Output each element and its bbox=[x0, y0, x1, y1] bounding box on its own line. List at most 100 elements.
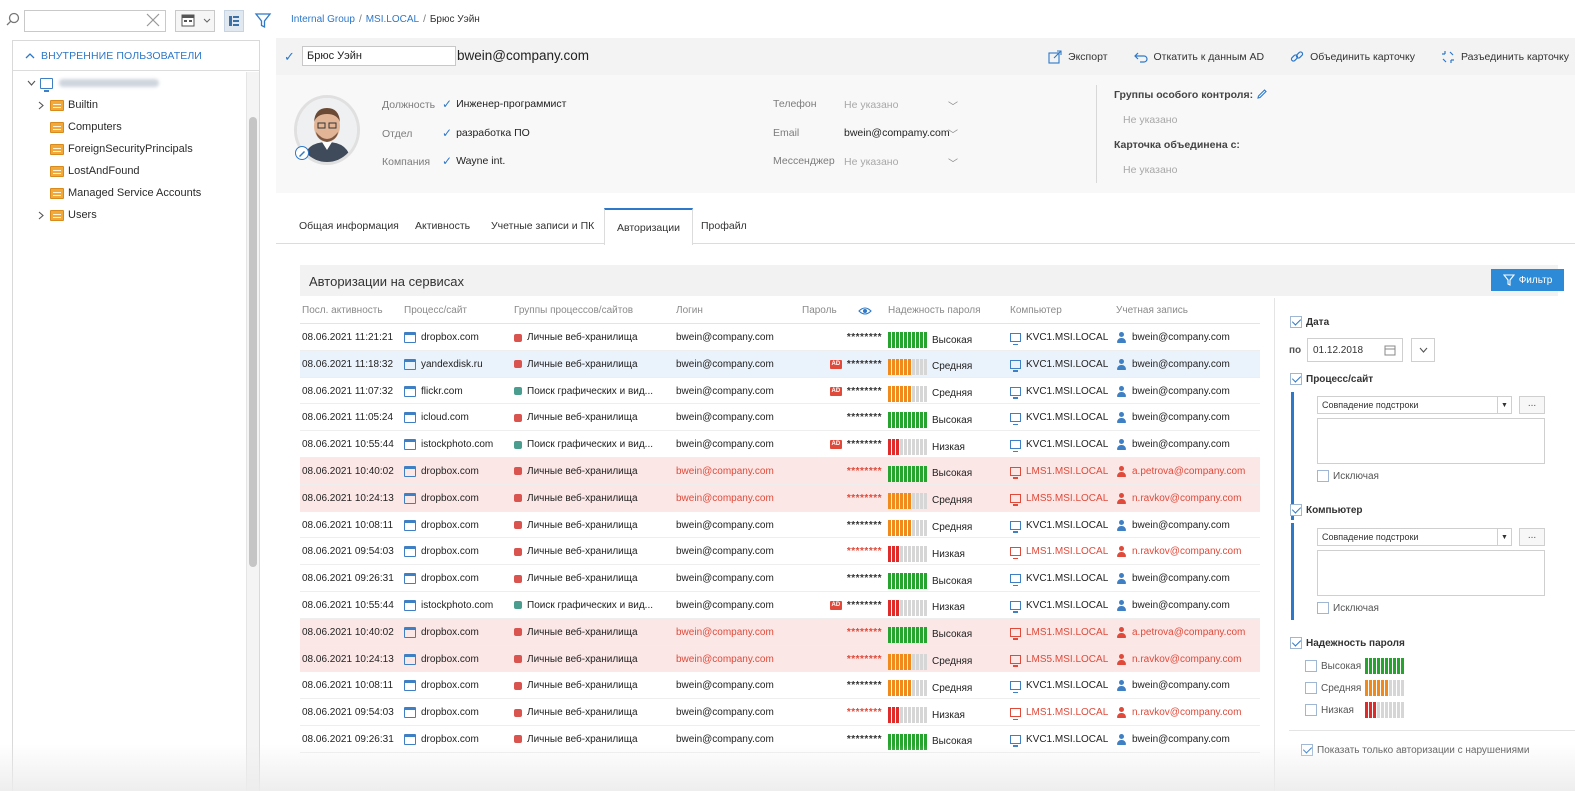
edit-avatar-icon[interactable] bbox=[295, 146, 309, 160]
table-row[interactable]: 08.06.2021 09:54:03 dropbox.com Личные веб… bbox=[300, 538, 1260, 566]
col-header-time[interactable]: Посл. активность bbox=[302, 305, 383, 316]
tree-search-input[interactable] bbox=[24, 10, 166, 32]
tree-item-foreign-security-principals[interactable]: ForeignSecurityPrincipals bbox=[13, 138, 245, 160]
computer-exclude-checkbox[interactable]: Исключая bbox=[1317, 602, 1379, 614]
strength-bar-segment bbox=[916, 358, 919, 375]
breadcrumb-item[interactable]: MSI.LOCAL bbox=[366, 14, 419, 25]
date-to-input[interactable]: 01.12.2018 bbox=[1307, 338, 1403, 362]
calendar-dropdown[interactable] bbox=[175, 10, 215, 32]
process-filter-textarea[interactable] bbox=[1317, 418, 1545, 464]
checkbox[interactable] bbox=[1317, 470, 1329, 482]
merge-label: Объединить карточку bbox=[1310, 50, 1415, 63]
col-header-login[interactable]: Логин bbox=[676, 305, 703, 316]
computer-filter-textarea[interactable] bbox=[1317, 550, 1545, 596]
tree-item-builtin[interactable]: Builtin bbox=[13, 94, 245, 116]
breadcrumb-item[interactable]: Internal Group bbox=[291, 14, 355, 25]
only-violations-checkbox[interactable]: Показать только авторизации с нарушениям… bbox=[1301, 744, 1530, 756]
chevron-down-icon[interactable]: ﹀ bbox=[948, 98, 958, 113]
computer-match-select[interactable]: Совпадение подстроки ▼ bbox=[1317, 528, 1512, 546]
tab-activity[interactable]: Активность bbox=[415, 208, 470, 244]
filter-process-checkbox[interactable]: Процесс/сайт bbox=[1290, 373, 1373, 385]
tree-item-lost-and-found[interactable]: LostAndFound bbox=[13, 160, 245, 182]
pencil-icon[interactable] bbox=[1256, 88, 1268, 100]
tab-auth[interactable]: Авторизации bbox=[604, 208, 693, 245]
table-row[interactable]: 08.06.2021 11:07:32 flickr.com Поиск графи… bbox=[300, 378, 1260, 405]
strength-mid-checkbox[interactable]: Средняя bbox=[1305, 680, 1404, 696]
process-exclude-label: Исключая bbox=[1333, 470, 1379, 482]
checkbox-checked[interactable] bbox=[1290, 373, 1302, 385]
computer-more-button[interactable]: ... bbox=[1519, 528, 1545, 546]
checkbox[interactable] bbox=[1317, 602, 1329, 614]
checkbox-checked[interactable] bbox=[1301, 744, 1313, 756]
tab-general[interactable]: Общая информация bbox=[299, 208, 399, 244]
chevron-right-icon[interactable] bbox=[35, 209, 47, 221]
list-view-toggle[interactable] bbox=[224, 10, 244, 32]
tree-item-managed-service-accounts[interactable]: Managed Service Accounts bbox=[13, 182, 245, 204]
strength-bar-segment bbox=[912, 492, 915, 509]
tab-accounts[interactable]: Учетные записи и ПК bbox=[491, 208, 594, 244]
checkbox[interactable] bbox=[1305, 682, 1317, 694]
table-row[interactable]: 08.06.2021 11:05:24 icloud.com Личные веб-… bbox=[300, 404, 1260, 432]
col-header-computer[interactable]: Компьютер bbox=[1010, 305, 1062, 316]
table-row[interactable]: 08.06.2021 10:24:13 dropbox.com Личные веб… bbox=[300, 484, 1260, 512]
process-match-select[interactable]: Совпадение подстроки ▼ bbox=[1317, 396, 1512, 414]
export-button[interactable]: Экспорт bbox=[1048, 49, 1108, 64]
strength-text: Низкая bbox=[932, 548, 965, 560]
checkbox[interactable] bbox=[1305, 660, 1317, 672]
table-row[interactable]: 08.06.2021 10:08:11 dropbox.com Личные веб… bbox=[300, 512, 1260, 539]
tab-profile[interactable]: Профайл bbox=[701, 208, 747, 244]
filter-strength-checkbox[interactable]: Надежность пароля bbox=[1290, 637, 1405, 649]
tree-item-computers[interactable]: Computers bbox=[13, 116, 245, 138]
col-header-account[interactable]: Учетная запись bbox=[1116, 305, 1188, 316]
filter-button[interactable]: Фильтр bbox=[1491, 269, 1564, 291]
merge-button[interactable]: Объединить карточку bbox=[1290, 50, 1415, 64]
checkbox-checked[interactable] bbox=[1290, 504, 1302, 516]
date-to-label: по bbox=[1289, 345, 1302, 356]
rollback-button[interactable]: Откатить к данным AD bbox=[1133, 50, 1264, 64]
filter-date-checkbox[interactable]: Дата bbox=[1290, 316, 1329, 328]
date-dropdown-button[interactable] bbox=[1411, 338, 1435, 362]
table-row[interactable]: 08.06.2021 11:18:32 yandexdisk.ru Личные в… bbox=[300, 350, 1260, 378]
clear-icon[interactable] bbox=[146, 13, 160, 27]
strength-bar-segment bbox=[920, 573, 923, 590]
col-header-group[interactable]: Группы процессов/сайтов bbox=[514, 305, 633, 316]
table-row[interactable]: 08.06.2021 10:55:44 istockphoto.com Поиск … bbox=[300, 592, 1260, 619]
filter-computer-checkbox[interactable]: Компьютер bbox=[1290, 504, 1363, 516]
tree-item-users[interactable]: Users bbox=[13, 204, 245, 226]
eye-icon[interactable] bbox=[858, 306, 872, 316]
user-icon bbox=[1116, 412, 1127, 424]
split-button[interactable]: Разъединить карточку bbox=[1441, 50, 1569, 64]
section-header-internal-users[interactable]: ВНУТРЕННИЕ ПОЛЬЗОВАТЕЛИ bbox=[13, 41, 259, 71]
col-header-strength[interactable]: Надежность пароля bbox=[888, 305, 981, 316]
scrollbar-thumb[interactable] bbox=[249, 117, 257, 567]
table-row[interactable]: 08.06.2021 10:40:02 dropbox.com Личные веб… bbox=[300, 457, 1260, 485]
calendar-icon[interactable] bbox=[1384, 344, 1396, 356]
chevron-right-icon[interactable] bbox=[35, 99, 47, 111]
table-row[interactable]: 08.06.2021 09:26:31 dropbox.com Личные веб… bbox=[300, 565, 1260, 592]
strength-high-checkbox[interactable]: Высокая bbox=[1305, 658, 1404, 674]
table-row[interactable]: 08.06.2021 09:26:31 dropbox.com Личные веб… bbox=[300, 726, 1260, 753]
table-row[interactable]: 08.06.2021 10:08:11 dropbox.com Личные веб… bbox=[300, 672, 1260, 700]
filter-icon[interactable] bbox=[254, 12, 272, 30]
table-row[interactable]: 08.06.2021 10:40:02 dropbox.com Личные веб… bbox=[300, 618, 1260, 646]
strength-low-checkbox[interactable]: Низкая bbox=[1305, 702, 1404, 718]
table-row[interactable]: 08.06.2021 09:54:03 dropbox.com Личные веб… bbox=[300, 699, 1260, 726]
name-field[interactable] bbox=[302, 46, 456, 66]
table-row[interactable]: 08.06.2021 11:21:21 dropbox.com Личные веб… bbox=[300, 324, 1260, 351]
checkbox-checked[interactable] bbox=[1290, 316, 1302, 328]
cell-computer: KVC1.MSI.LOCAL bbox=[1010, 734, 1108, 747]
checkbox-checked[interactable] bbox=[1290, 637, 1302, 649]
tree-root-domain[interactable] bbox=[13, 72, 245, 94]
col-header-process[interactable]: Процесс/сайт bbox=[404, 305, 467, 316]
table-row[interactable]: 08.06.2021 10:55:44 istockphoto.com Поиск … bbox=[300, 431, 1260, 458]
col-header-password[interactable]: Пароль bbox=[802, 305, 837, 316]
chevron-down-icon[interactable] bbox=[25, 77, 37, 89]
chevron-down-icon: ▼ bbox=[1497, 529, 1511, 545]
process-more-button[interactable]: ... bbox=[1519, 396, 1545, 414]
tree-scrollbar[interactable] bbox=[246, 72, 259, 791]
chevron-down-icon[interactable]: ﹀ bbox=[948, 126, 958, 141]
table-row[interactable]: 08.06.2021 10:24:13 dropbox.com Личные веб… bbox=[300, 645, 1260, 673]
checkbox[interactable] bbox=[1305, 704, 1317, 716]
chevron-down-icon[interactable]: ﹀ bbox=[948, 155, 958, 170]
process-exclude-checkbox[interactable]: Исключая bbox=[1317, 470, 1379, 482]
